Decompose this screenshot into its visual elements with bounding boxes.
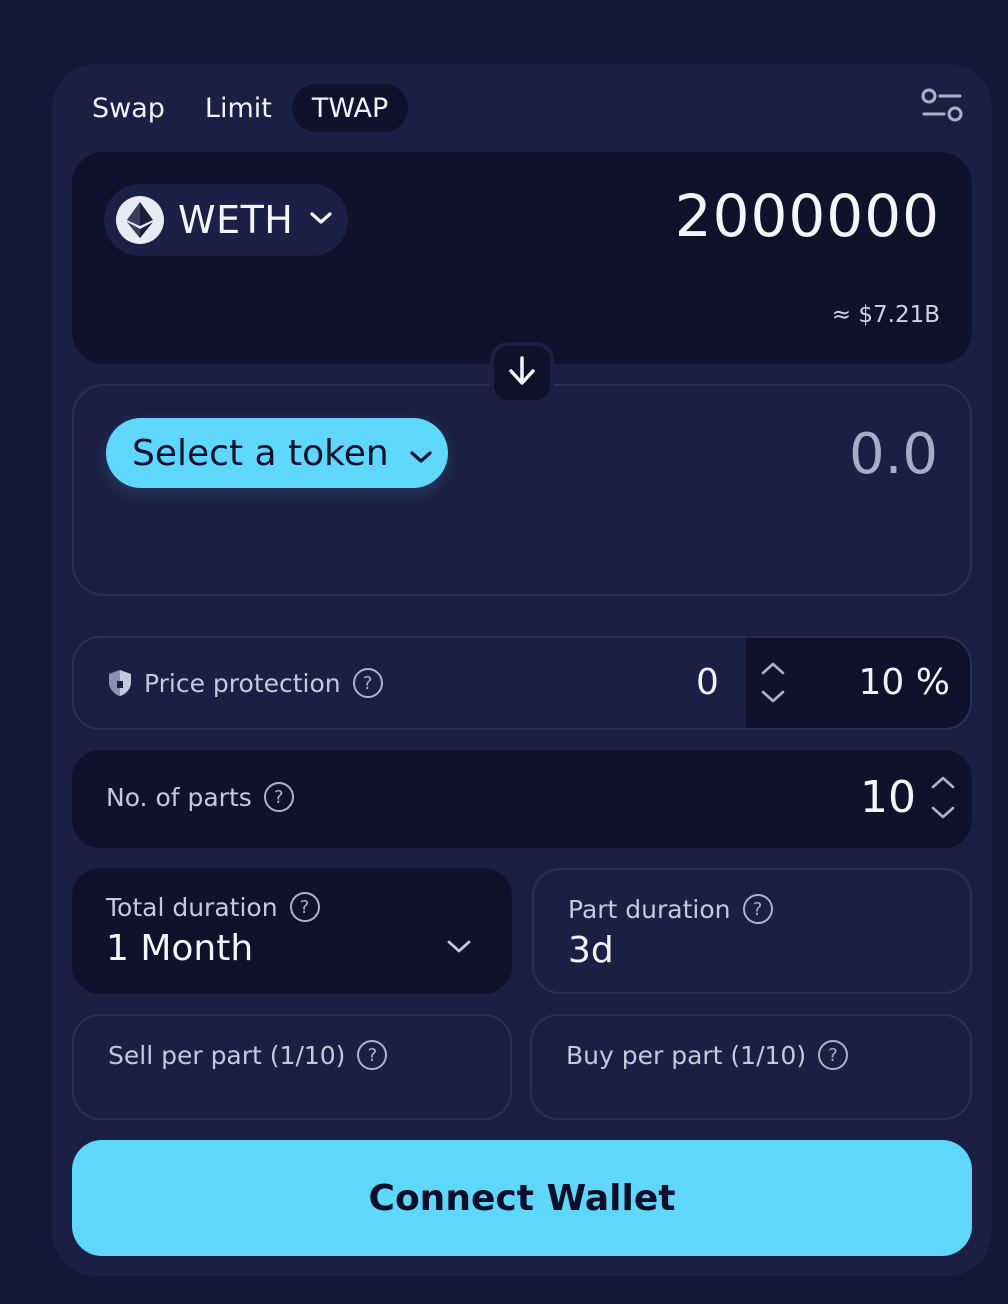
chevron-down-icon[interactable] xyxy=(930,805,956,824)
price-protection-percent[interactable]: 10 % xyxy=(859,662,950,703)
part-duration-label: Part duration xyxy=(568,894,731,924)
parts-label-group: No. of parts ? xyxy=(106,782,294,812)
sell-per-part-label: Sell per part (1/10) xyxy=(108,1040,346,1070)
buy-per-part-label-group: Buy per part (1/10) ? xyxy=(566,1040,849,1070)
arrow-down-icon xyxy=(507,355,537,391)
from-token-symbol: WETH xyxy=(178,198,294,242)
sell-per-part-field: Sell per part (1/10) ? xyxy=(72,1014,512,1120)
from-usd-value: ≈ $7.21B xyxy=(831,302,940,328)
select-token-button[interactable]: Select a token xyxy=(106,418,448,488)
mode-tabs: Swap Limit TWAP xyxy=(72,84,409,132)
parts-label: No. of parts xyxy=(106,782,252,812)
from-amount-input[interactable]: 2000000 xyxy=(675,182,940,250)
total-duration-label: Total duration xyxy=(106,892,278,922)
price-protection-row: Price protection ? 0 10 % xyxy=(72,636,972,730)
parts-stepper[interactable] xyxy=(930,774,956,824)
sell-per-part-label-group: Sell per part (1/10) ? xyxy=(108,1040,388,1070)
part-duration-value: 3d xyxy=(568,930,614,971)
chevron-down-icon xyxy=(309,210,333,230)
parts-value-input[interactable]: 10 xyxy=(860,772,916,823)
total-duration-value: 1 Month xyxy=(106,928,254,969)
price-protection-value-input[interactable]: 0 xyxy=(696,662,719,703)
settings-sliders-icon[interactable] xyxy=(920,86,966,126)
help-icon[interactable]: ? xyxy=(357,1040,388,1070)
from-panel: WETH 2000000 ≈ $7.21B xyxy=(72,152,972,364)
connect-wallet-button[interactable]: Connect Wallet xyxy=(72,1140,972,1256)
ethereum-icon xyxy=(116,196,164,244)
tab-limit[interactable]: Limit xyxy=(185,84,292,132)
total-duration-select[interactable]: Total duration ? 1 Month xyxy=(72,868,512,994)
price-protection-percent-field: 10 % xyxy=(746,638,970,728)
select-token-label: Select a token xyxy=(132,432,389,474)
help-icon[interactable]: ? xyxy=(352,668,383,698)
to-amount-input[interactable]: 0.0 xyxy=(849,422,938,487)
swap-card: Swap Limit TWAP WETH 2000000 ≈ $7.21B Se… xyxy=(52,64,992,1276)
help-icon[interactable]: ? xyxy=(742,894,773,924)
switch-direction-button[interactable] xyxy=(490,342,554,404)
chevron-down-icon[interactable] xyxy=(446,938,472,958)
price-protection-label: Price protection xyxy=(144,668,341,698)
part-duration-label-group: Part duration ? xyxy=(568,894,773,924)
parts-row: No. of parts ? 10 xyxy=(72,750,972,848)
help-icon[interactable]: ? xyxy=(289,892,320,922)
shield-icon xyxy=(108,669,132,697)
chevron-down-icon[interactable] xyxy=(760,689,786,708)
help-icon[interactable]: ? xyxy=(263,782,294,812)
buy-per-part-field: Buy per part (1/10) ? xyxy=(530,1014,972,1120)
help-icon[interactable]: ? xyxy=(818,1040,849,1070)
chevron-up-icon[interactable] xyxy=(760,660,786,679)
price-protection-label-group: Price protection ? xyxy=(108,668,383,698)
tab-twap[interactable]: TWAP xyxy=(291,84,409,132)
total-duration-label-group: Total duration ? xyxy=(106,892,320,922)
buy-per-part-label: Buy per part (1/10) xyxy=(566,1040,807,1070)
to-panel: Select a token 0.0 xyxy=(72,384,972,596)
chevron-up-icon[interactable] xyxy=(930,774,956,793)
chevron-down-icon xyxy=(409,433,433,474)
tab-swap[interactable]: Swap xyxy=(72,84,185,132)
part-duration-field: Part duration ? 3d xyxy=(532,868,972,994)
from-token-selector[interactable]: WETH xyxy=(104,184,348,256)
price-protection-stepper[interactable] xyxy=(760,660,786,708)
